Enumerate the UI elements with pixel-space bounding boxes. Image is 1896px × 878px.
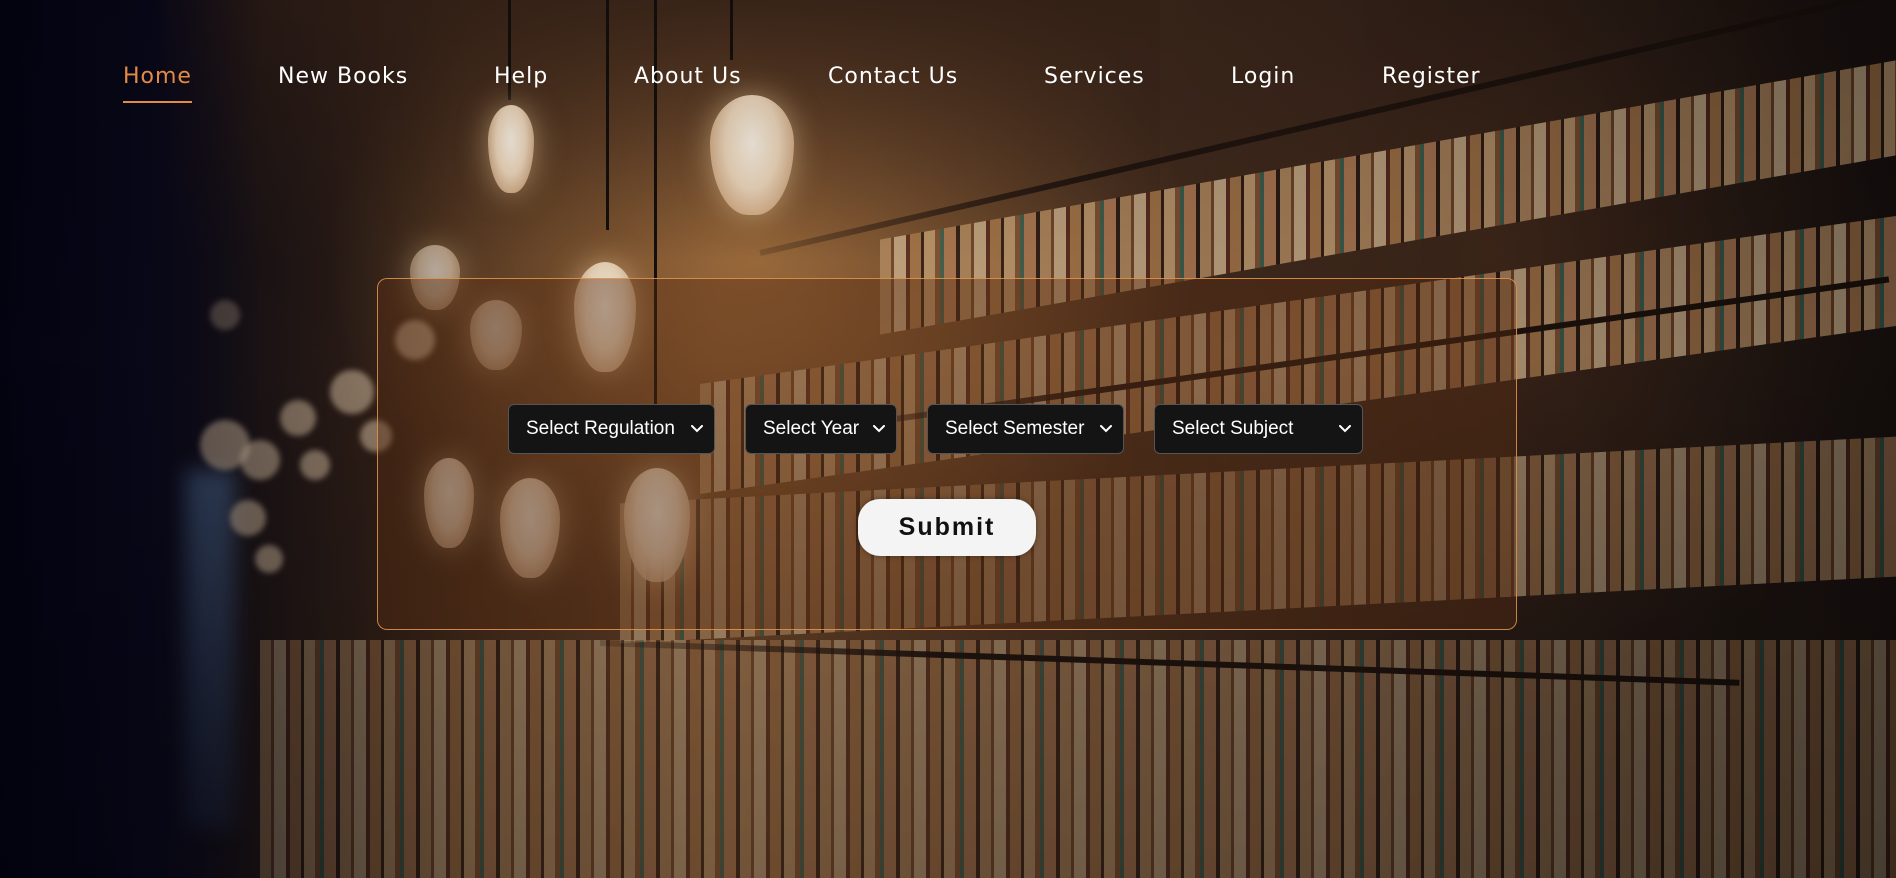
nav-new-books[interactable]: New Books: [278, 64, 408, 89]
nav-help[interactable]: Help: [494, 64, 548, 89]
year-select-value: Select Year: [763, 418, 860, 439]
nav-register[interactable]: Register: [1382, 64, 1481, 89]
semester-select[interactable]: Select Semester: [927, 404, 1124, 454]
chevron-down-icon: [1338, 405, 1352, 453]
nav-home[interactable]: Home: [123, 64, 192, 103]
subject-select[interactable]: Select Subject: [1154, 404, 1363, 454]
nav-login[interactable]: Login: [1231, 64, 1295, 89]
regulation-select-value: Select Regulation: [526, 418, 675, 439]
nav-contact-us[interactable]: Contact Us: [828, 64, 958, 89]
subject-select-value: Select Subject: [1172, 418, 1294, 439]
nav-about-us[interactable]: About Us: [634, 64, 742, 89]
year-select[interactable]: Select Year: [745, 404, 897, 454]
regulation-select[interactable]: Select Regulation: [508, 404, 715, 454]
chevron-down-icon: [872, 405, 886, 453]
submit-button[interactable]: Submit: [858, 499, 1036, 556]
chevron-down-icon: [690, 405, 704, 453]
chevron-down-icon: [1099, 405, 1113, 453]
nav-services[interactable]: Services: [1044, 64, 1145, 89]
top-navigation: Home New Books Help About Us Contact Us …: [0, 0, 1896, 130]
book-filter-panel: [377, 278, 1517, 630]
semester-select-value: Select Semester: [945, 418, 1085, 439]
